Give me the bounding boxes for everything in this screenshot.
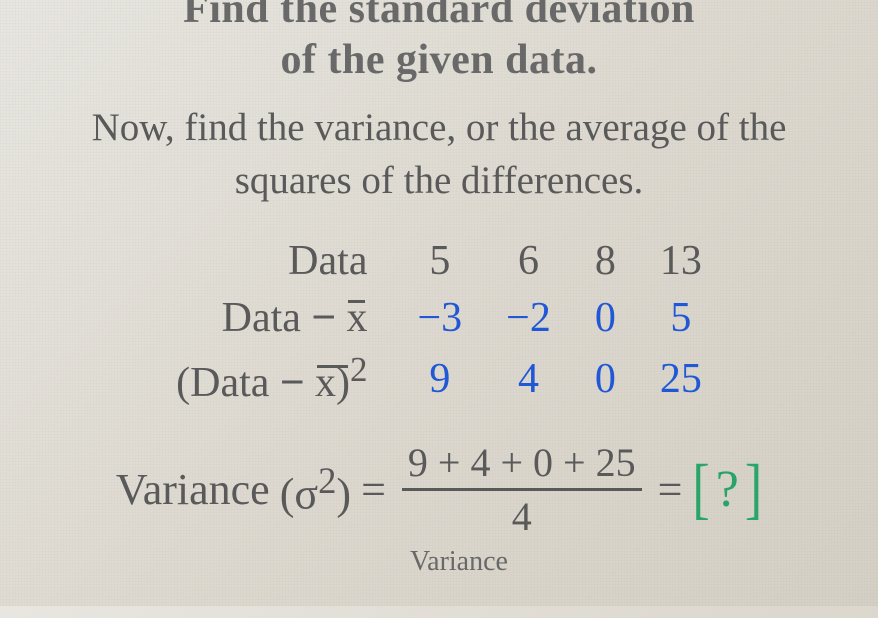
cell: −3: [395, 289, 484, 346]
cell: 4: [484, 346, 573, 411]
cell: 0: [573, 289, 638, 346]
row-label-diff: Data − x: [154, 289, 395, 346]
cell: −2: [484, 289, 573, 346]
bracket-right-icon: ]: [745, 451, 762, 528]
instruction-text: Now, find the variance, or the average o…: [20, 102, 858, 207]
answer-placeholder: ?: [710, 460, 745, 519]
fraction-denominator: 4: [512, 491, 532, 540]
equals-sign: =: [658, 464, 683, 515]
variance-symbol: (σ2): [280, 459, 351, 520]
variance-equation: Variance (σ2) = 9 + 4 + 0 + 25 4 = [ ? ]: [20, 439, 858, 540]
bracket-left-icon: [: [692, 451, 709, 528]
answer-input[interactable]: [ ? ]: [692, 460, 762, 519]
data-table: Data 5 6 8 13 Data − x −3 −2 0 5 (Data −…: [154, 233, 724, 411]
table-row: (Data − x)2 9 4 0 25: [154, 346, 724, 411]
variance-fraction: 9 + 4 + 0 + 25 4: [402, 439, 642, 540]
fraction-numerator: 9 + 4 + 0 + 25: [402, 439, 642, 491]
cell: 6: [484, 233, 573, 289]
page-title-line1: Find the standard deviation: [20, 0, 858, 30]
cell: 25: [638, 346, 724, 411]
cell: 5: [395, 233, 484, 289]
page-title-line2: of the given data.: [20, 36, 858, 84]
cell: 9: [395, 346, 484, 411]
table-row: Data − x −3 −2 0 5: [154, 289, 724, 346]
table-row: Data 5 6 8 13: [154, 233, 724, 289]
instruction-line1: Now, find the variance, or the average o…: [92, 106, 787, 149]
cell: 0: [573, 346, 638, 411]
cell: 8: [573, 233, 638, 289]
row-label-sqdiff: (Data − x)2: [154, 346, 395, 411]
equals-sign: =: [361, 464, 386, 515]
cell: 13: [638, 233, 724, 289]
variance-caption: Variance: [60, 546, 858, 578]
variance-word: Variance: [116, 464, 270, 515]
row-label-data: Data: [154, 233, 395, 289]
instruction-line2: squares of the differences.: [235, 159, 644, 202]
cell: 5: [638, 289, 724, 346]
